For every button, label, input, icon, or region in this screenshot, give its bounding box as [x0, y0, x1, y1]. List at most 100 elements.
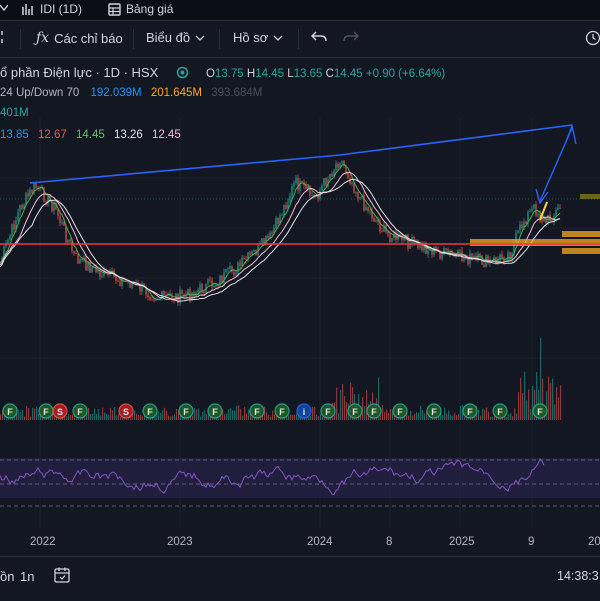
candle-body: [149, 297, 151, 300]
chevron-down-icon: [195, 35, 205, 41]
event-marker-label: F: [254, 407, 260, 417]
eye-icon[interactable]: [176, 66, 189, 82]
time-label-9: 9: [528, 536, 535, 548]
volume-bar: [342, 383, 344, 420]
volume-bar: [0, 414, 2, 420]
volume-bar: [480, 415, 482, 420]
symbol-name[interactable]: ổ phần Điện lực · 1D · HSX: [0, 65, 158, 80]
candle-body: [115, 276, 117, 281]
volume-bar: [556, 387, 558, 420]
candle-body: [97, 270, 99, 273]
chart-type-button[interactable]: Biểu đồ: [146, 30, 205, 45]
event-marker-label: F: [77, 407, 83, 417]
event-marker-label: i: [303, 407, 306, 417]
time-label-8: 8: [386, 536, 393, 548]
volume-bar: [228, 409, 230, 420]
candle-body: [229, 266, 231, 269]
volume-bar: [456, 415, 458, 420]
volume-bar: [270, 416, 272, 420]
candle-body: [441, 254, 443, 259]
range-button-2[interactable]: 1n: [20, 569, 34, 584]
candle-body: [479, 254, 481, 256]
candle-body: [197, 289, 199, 293]
candle-body: [367, 207, 369, 212]
candle-body: [153, 299, 155, 301]
candle-body: [29, 189, 31, 197]
volume-bar: [510, 412, 512, 420]
candle-body: [335, 163, 337, 171]
volume-bar: [22, 410, 24, 420]
volume-bar: [518, 392, 520, 420]
tab-price-board[interactable]: Bảng giá: [108, 2, 173, 16]
candle-body: [377, 220, 379, 223]
volume-bar: [288, 415, 290, 420]
volume-bar: [68, 414, 70, 420]
volume-bar: [314, 406, 316, 420]
calendar-icon[interactable]: [53, 566, 71, 587]
interval-stepper[interactable]: [0, 30, 10, 44]
volume-bar: [422, 409, 424, 420]
candle-body: [369, 210, 371, 212]
volume-bar: [322, 416, 324, 420]
volume-bar: [70, 415, 72, 420]
volume-bar: [292, 414, 294, 420]
candle-body: [391, 238, 393, 242]
volume-bar: [224, 414, 226, 420]
tab-chart[interactable]: IDI (1D): [22, 2, 82, 16]
volume-bar: [194, 407, 196, 420]
event-marker-label: F: [279, 407, 285, 417]
candle-body: [25, 193, 27, 205]
candle-body: [75, 253, 77, 254]
volume-bar: [18, 409, 20, 420]
candle-body: [559, 207, 561, 209]
undo-button[interactable]: [311, 30, 327, 44]
candle-body: [293, 183, 295, 187]
volume-bar: [242, 415, 244, 420]
volume-bar: [176, 409, 178, 420]
candle-body: [181, 289, 183, 295]
volume-bar: [106, 413, 108, 420]
event-marker-label: F: [497, 407, 503, 417]
volume-bar: [414, 413, 416, 420]
candle-body: [517, 230, 519, 234]
volume-bar: [452, 415, 454, 420]
range-button-1[interactable]: ồn: [0, 569, 14, 584]
volume-bar: [88, 407, 90, 420]
event-marker-label: F: [212, 407, 218, 417]
volume-bar: [38, 413, 40, 420]
volume-bar: [96, 414, 98, 420]
time-axis[interactable]: 2022 2023 2024 8 2025 9 20: [0, 530, 600, 554]
volume-bar: [554, 404, 556, 420]
candle-body: [507, 252, 509, 262]
redo-icon: [343, 31, 359, 42]
candle-body: [301, 180, 303, 183]
tab-price-board-label: Bảng giá: [126, 2, 174, 16]
candle-body: [117, 280, 119, 282]
candle-body: [87, 262, 89, 271]
volume-bar: [168, 415, 170, 420]
candle-body: [541, 219, 543, 222]
candle-body: [163, 291, 165, 296]
candle-body: [283, 204, 285, 215]
volume-bar: [446, 413, 448, 420]
ma-5-value: 12.45: [151, 129, 181, 141]
volume-bar: [444, 407, 446, 420]
candle-body: [365, 207, 367, 211]
volume-bar: [318, 416, 320, 420]
volume-bar: [158, 411, 160, 420]
ma-2-value: 12.67: [37, 129, 67, 141]
candle-body: [313, 194, 315, 196]
redo-button[interactable]: [343, 30, 359, 44]
profile-button[interactable]: Hồ sơ: [233, 30, 283, 45]
history-button[interactable]: [584, 30, 600, 46]
volume-bar: [344, 395, 346, 420]
indicators-button[interactable]: ƒx Các chỉ báo: [36, 30, 123, 46]
volume-bar: [290, 414, 292, 420]
volume-bar: [550, 383, 552, 420]
high-value: 14.45: [255, 68, 284, 80]
profile-label: Hồ sơ: [233, 30, 269, 45]
candle-body: [57, 209, 59, 217]
chart-area[interactable]: FFSFSFFFFFiFFFFFFFF ổ phần Điện lực · 1D…: [0, 58, 600, 528]
candle-body: [325, 178, 327, 186]
menu-caret[interactable]: [0, 2, 8, 14]
